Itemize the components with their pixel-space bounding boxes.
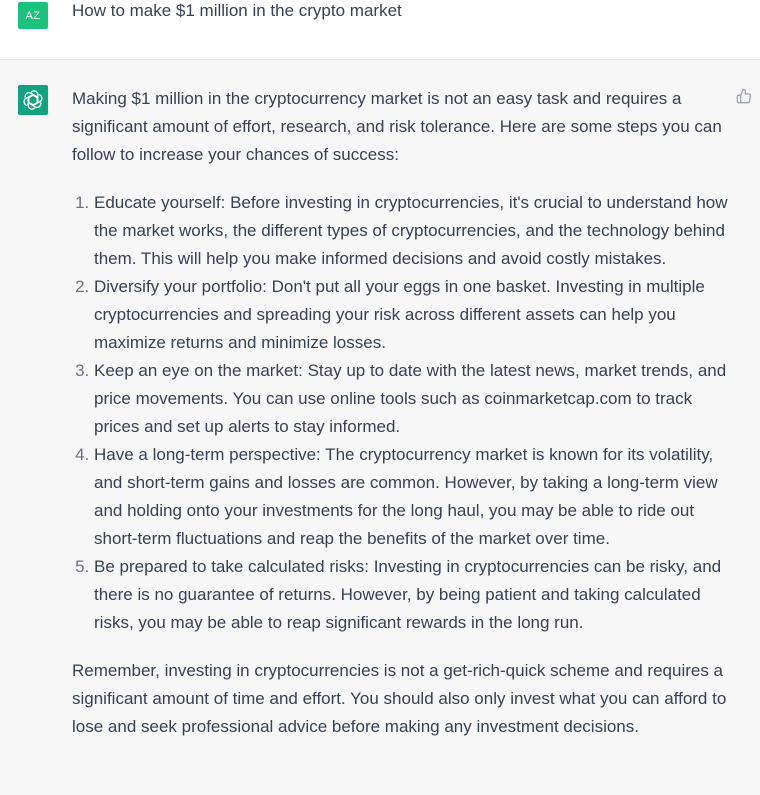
user-message-row: AZ How to make $1 million in the crypto … <box>0 0 760 60</box>
list-item: Keep an eye on the market: Stay up to da… <box>94 357 732 441</box>
assistant-message-row: Making $1 million in the cryptocurrency … <box>0 60 760 795</box>
list-item: Be prepared to take calculated risks: In… <box>94 553 732 637</box>
thumbs-up-icon[interactable] <box>736 88 754 106</box>
steps-list: Educate yourself: Before investing in cr… <box>72 189 732 637</box>
assistant-message-content: Making $1 million in the cryptocurrency … <box>72 85 732 741</box>
user-message-text: How to make $1 million in the crypto mar… <box>72 1 402 20</box>
list-item: Diversify your portfolio: Don't put all … <box>94 273 732 357</box>
user-avatar: AZ <box>18 2 48 29</box>
list-item: Have a long-term perspective: The crypto… <box>94 441 732 553</box>
response-conclusion: Remember, investing in cryptocurrencies … <box>72 661 727 736</box>
response-intro: Making $1 million in the cryptocurrency … <box>72 89 722 164</box>
openai-logo-icon <box>18 85 48 115</box>
list-item: Educate yourself: Before investing in cr… <box>94 189 732 273</box>
